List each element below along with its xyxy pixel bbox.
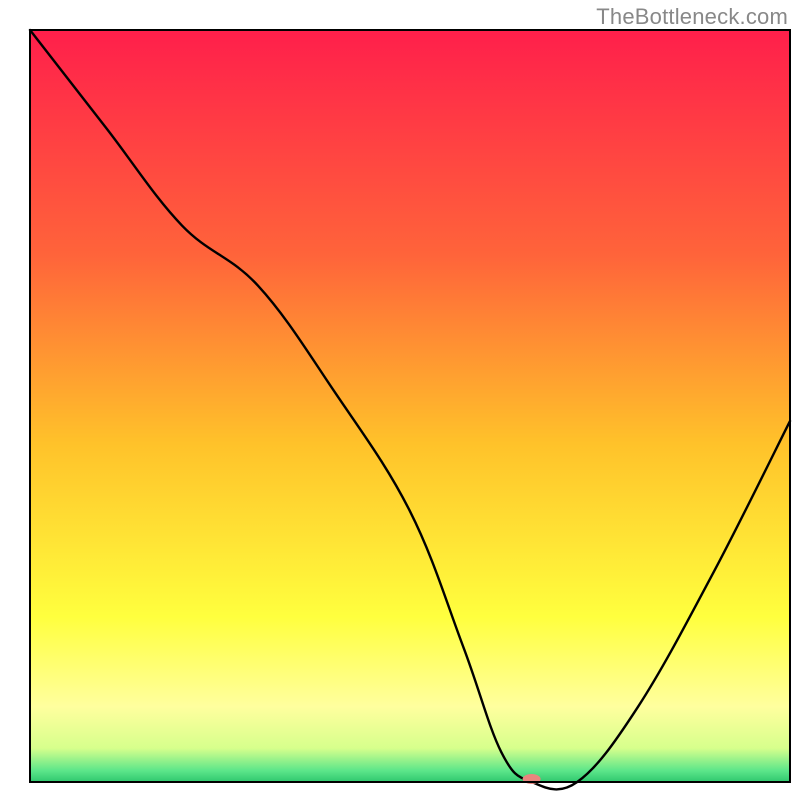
- attribution-text: TheBottleneck.com: [596, 4, 788, 30]
- chart-container: { "attribution": "TheBottleneck.com", "c…: [0, 0, 800, 800]
- bottleneck-chart: [0, 0, 800, 800]
- plot-area: [30, 30, 790, 789]
- gradient-background: [30, 30, 790, 782]
